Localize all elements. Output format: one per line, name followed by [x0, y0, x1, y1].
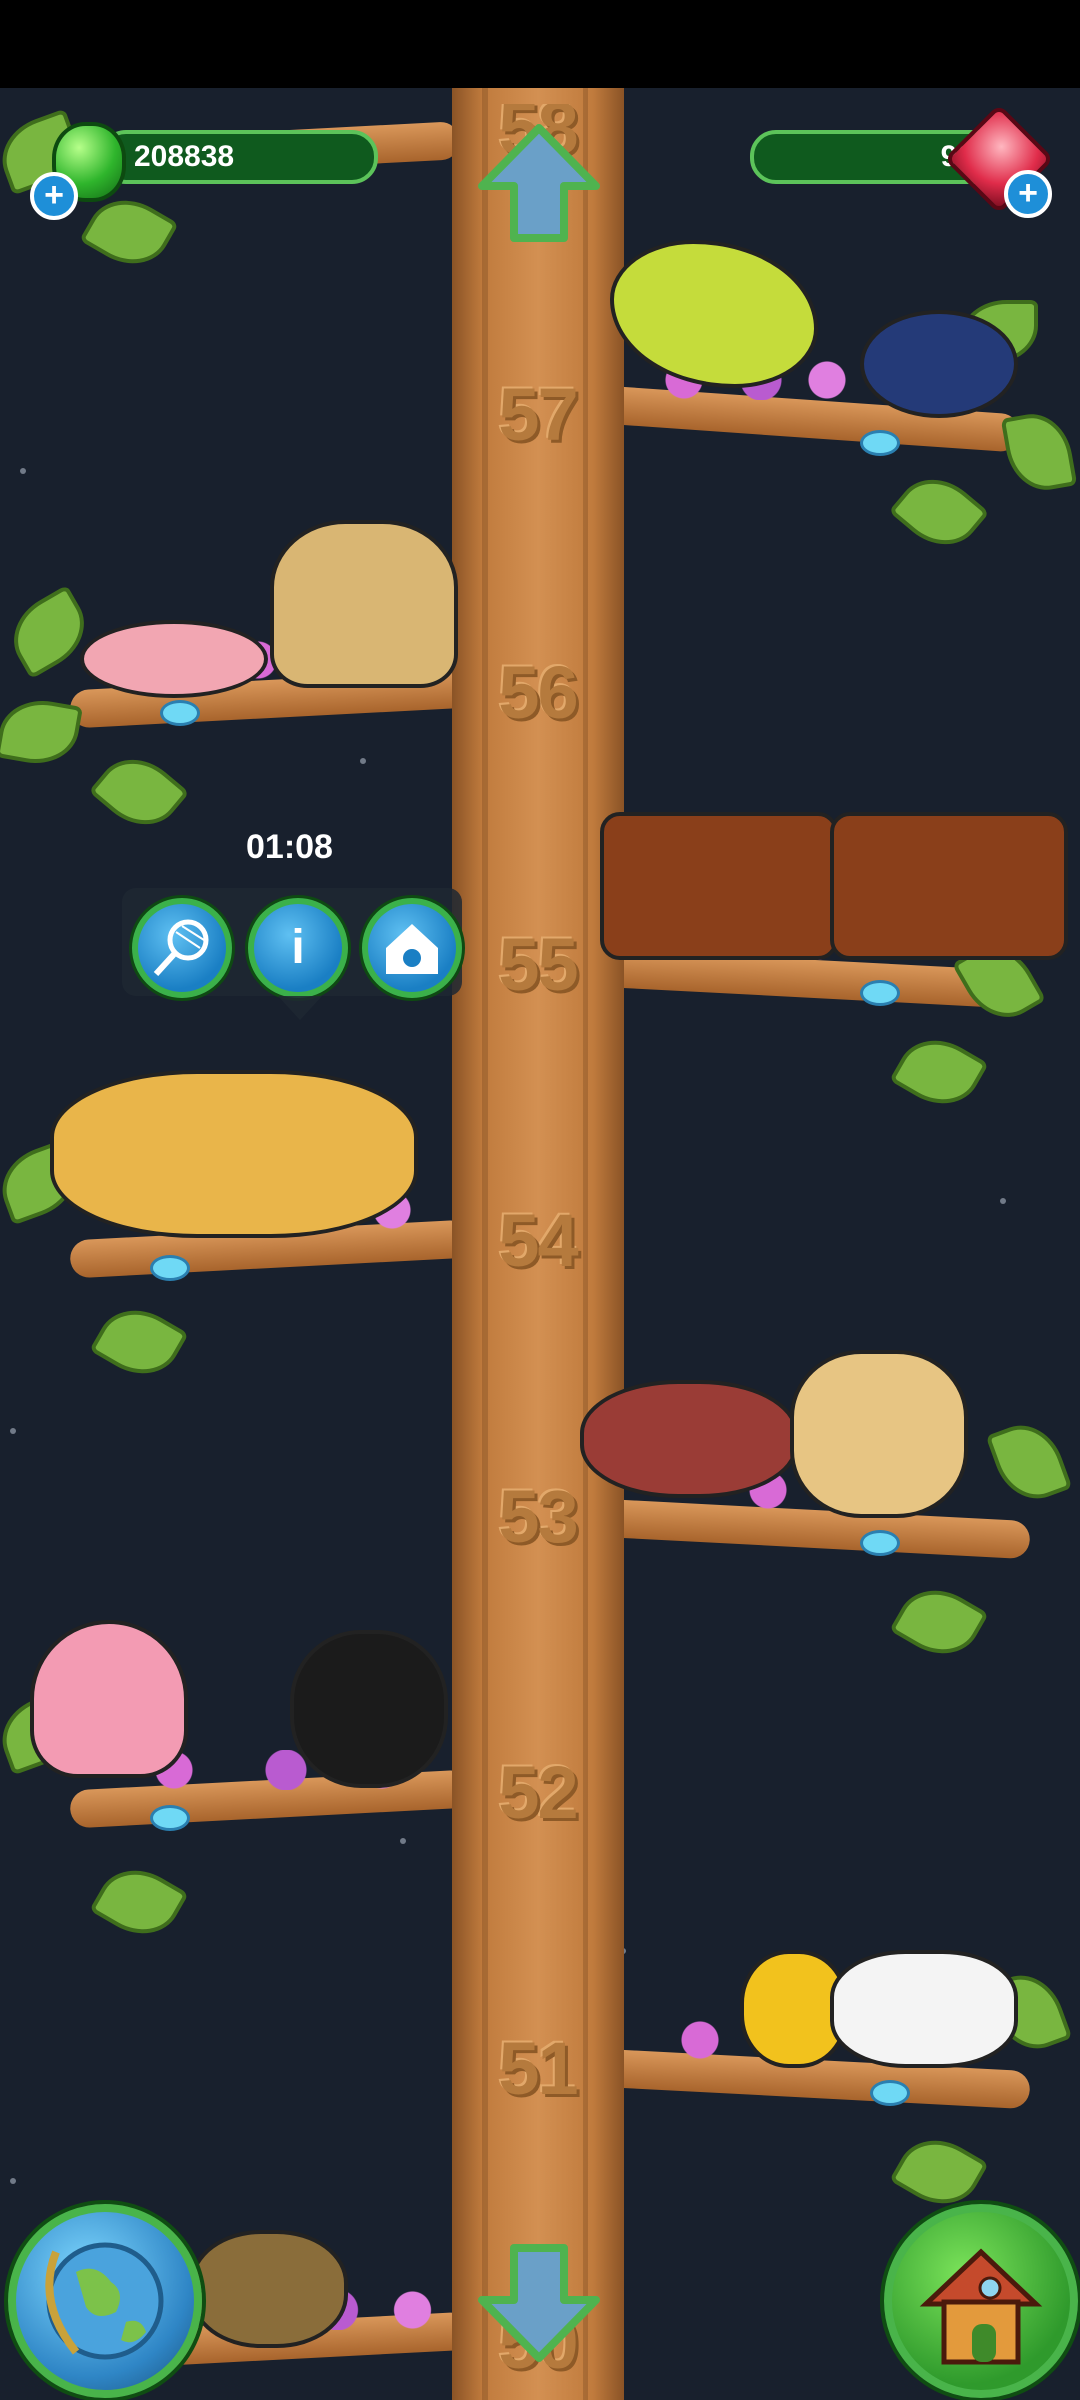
- butterfly: [860, 430, 900, 456]
- branch-action-popup: i: [122, 888, 462, 1020]
- habitat-button[interactable]: [362, 898, 462, 998]
- scroll-up-button[interactable]: [474, 120, 604, 250]
- level-number-51: 51: [498, 2027, 578, 2110]
- level-number-56: 56: [498, 651, 578, 734]
- naked-mole-rat[interactable]: [80, 620, 268, 698]
- arrow-down-icon: [478, 2244, 600, 2362]
- level-number-52: 52: [498, 1751, 578, 1834]
- flamingo[interactable]: [30, 1620, 188, 1778]
- aardvark[interactable]: [580, 1380, 798, 1498]
- level-number-54: 54: [498, 1199, 578, 1282]
- info-icon: i: [291, 921, 305, 974]
- branch-timer: 01:08: [246, 828, 333, 866]
- butterfly: [160, 700, 200, 726]
- globe-icon: [45, 2242, 164, 2360]
- armadillo[interactable]: [190, 2230, 348, 2348]
- butterfly: [870, 2080, 910, 2106]
- arrow-up-icon: [478, 124, 600, 242]
- swan[interactable]: [830, 1950, 1018, 2068]
- penguin[interactable]: [290, 1630, 448, 1788]
- dna-counter: 208838: [100, 130, 378, 184]
- level-number-57: 57: [498, 373, 578, 456]
- camel[interactable]: [270, 520, 458, 688]
- lynx[interactable]: [790, 1350, 968, 1518]
- blue-bird[interactable]: [860, 310, 1018, 418]
- cheetah[interactable]: [50, 1070, 418, 1238]
- home-button[interactable]: [884, 2204, 1078, 2398]
- catch-net-button[interactable]: [132, 898, 232, 998]
- habitat-icon: [368, 904, 456, 992]
- house-icon: [919, 2248, 1043, 2365]
- scroll-down-button[interactable]: [474, 2236, 604, 2366]
- level-number-55: 55: [498, 923, 578, 1006]
- butterfly: [860, 1530, 900, 1556]
- butterfly: [150, 1255, 190, 1281]
- status-bar: [0, 0, 1080, 88]
- hereford-cow[interactable]: [600, 812, 838, 960]
- butterfly: [150, 1805, 190, 1831]
- butterfly: [860, 980, 900, 1006]
- info-button[interactable]: i: [248, 898, 348, 998]
- hereford-cow[interactable]: [830, 812, 1068, 960]
- net-icon: [138, 904, 226, 992]
- add-dna-button[interactable]: +: [30, 172, 78, 220]
- world-map-button[interactable]: [8, 2204, 202, 2398]
- level-number-53: 53: [498, 1475, 578, 1558]
- dna-count: 208838: [134, 140, 235, 173]
- add-gems-button[interactable]: +: [1004, 170, 1052, 218]
